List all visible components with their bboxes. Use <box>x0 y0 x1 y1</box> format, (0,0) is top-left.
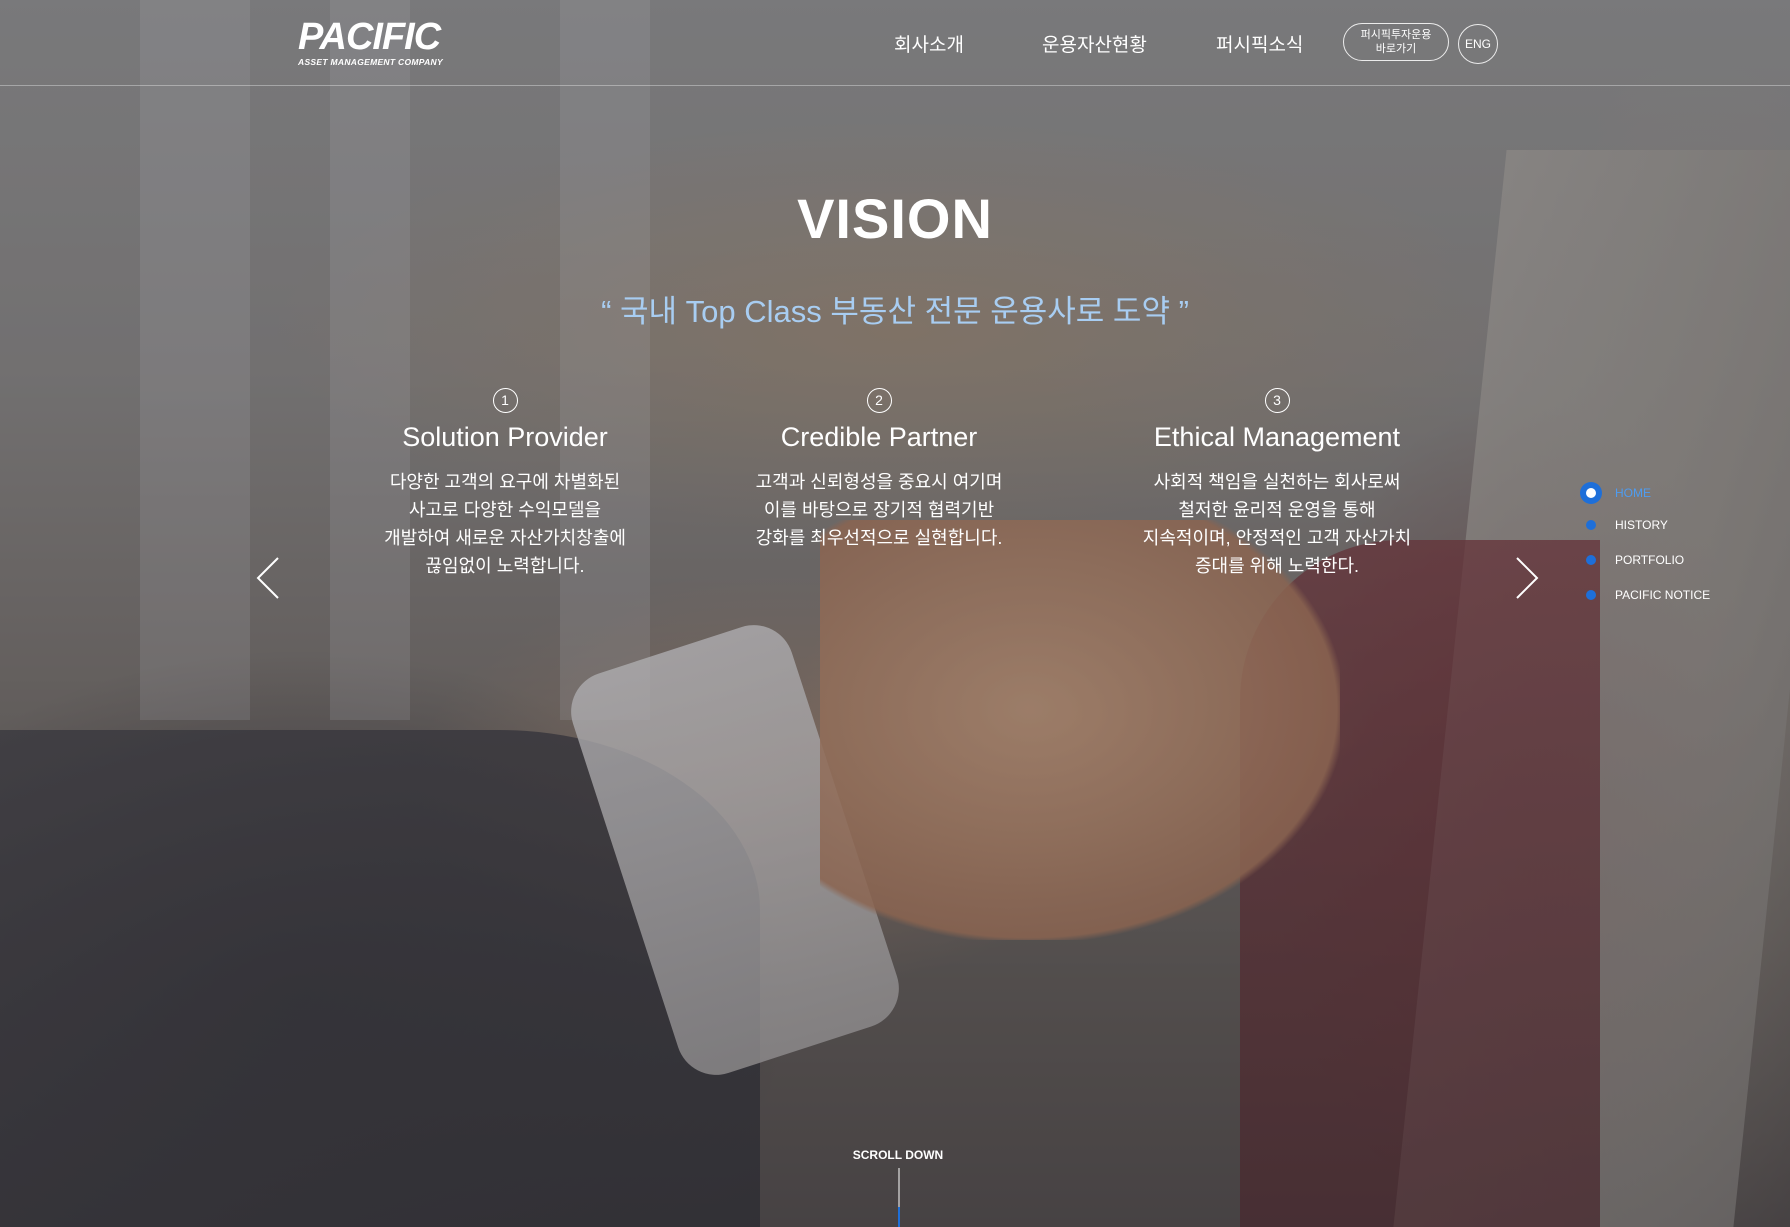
pillar-number: 3 <box>1264 388 1290 413</box>
section-nav-home[interactable]: HOME <box>1580 482 1651 504</box>
shortcut-label-1: 퍼시픽투자운용 <box>1360 29 1432 41</box>
vision-pillar: 1 Solution Provider 다양한 고객의 요구에 차별화된 사고로… <box>305 388 705 580</box>
nav-item-news[interactable]: 퍼시픽소식 <box>1216 30 1303 57</box>
section-nav-label: HOME <box>1615 486 1651 500</box>
dot-icon <box>1586 590 1596 600</box>
section-nav-label: HISTORY <box>1615 518 1668 532</box>
dot-icon <box>1586 555 1596 565</box>
chevron-right-icon[interactable] <box>1515 556 1539 600</box>
scroll-indicator <box>898 1168 900 1227</box>
site-header: PACIFIC ASSET MANAGEMENT COMPANY 회사소개 운용… <box>0 0 1790 86</box>
logo[interactable]: PACIFIC ASSET MANAGEMENT COMPANY <box>298 18 443 67</box>
pillar-title: Solution Provider <box>402 422 608 452</box>
vision-quote: “ 국내 Top Class 부동산 전문 운용사로 도약 ” <box>601 294 1189 329</box>
logo-tagline: ASSET MANAGEMENT COMPANY <box>298 57 443 67</box>
nav-item-company[interactable]: 회사소개 <box>894 30 964 57</box>
dot-icon <box>1586 520 1596 530</box>
logo-wordmark: PACIFIC <box>298 16 441 58</box>
section-nav-notice[interactable]: PACIFIC NOTICE <box>1580 588 1710 602</box>
pillar-description: 다양한 고객의 요구에 차별화된 사고로 다양한 수익모델을 개발하여 새로운 … <box>384 472 626 576</box>
page-title: VISION <box>797 187 993 250</box>
section-nav-portfolio[interactable]: PORTFOLIO <box>1580 553 1684 567</box>
pillar-description: 사회적 책임을 실천하는 회사로써 철저한 윤리적 운영을 통해 지속적이며, … <box>1142 472 1412 576</box>
chevron-left-icon[interactable] <box>256 556 280 600</box>
pillar-title: Ethical Management <box>1153 422 1401 452</box>
shortcut-button[interactable]: 퍼시픽투자운용 바로가기 <box>1343 23 1449 61</box>
dark-overlay <box>0 0 1790 1227</box>
active-dot-icon <box>1580 482 1602 504</box>
vision-pillar: 2 Credible Partner 고객과 신뢰형성을 중요시 여기며 이를 … <box>679 388 1079 552</box>
shortcut-label-2: 바로가기 <box>1375 43 1417 55</box>
nav-item-assets[interactable]: 운용자산현황 <box>1042 30 1147 57</box>
pillar-number: 2 <box>866 388 892 413</box>
section-nav-label: PACIFIC NOTICE <box>1615 588 1711 602</box>
scroll-down-label[interactable]: SCROLL DOWN <box>0 1148 1790 1162</box>
section-nav-label: PORTFOLIO <box>1615 553 1685 567</box>
pillar-description: 고객과 신뢰형성을 중요시 여기며 이를 바탕으로 장기적 협력기반 강화를 최… <box>755 472 1003 548</box>
pillar-title: Credible Partner <box>780 422 978 452</box>
pillar-number: 1 <box>492 388 518 413</box>
language-button[interactable]: ENG <box>1458 24 1498 64</box>
hero-background <box>0 0 1790 1227</box>
vision-pillar: 3 Ethical Management 사회적 책임을 실천하는 회사로써 철… <box>1077 388 1477 580</box>
section-nav-history[interactable]: HISTORY <box>1580 518 1668 532</box>
